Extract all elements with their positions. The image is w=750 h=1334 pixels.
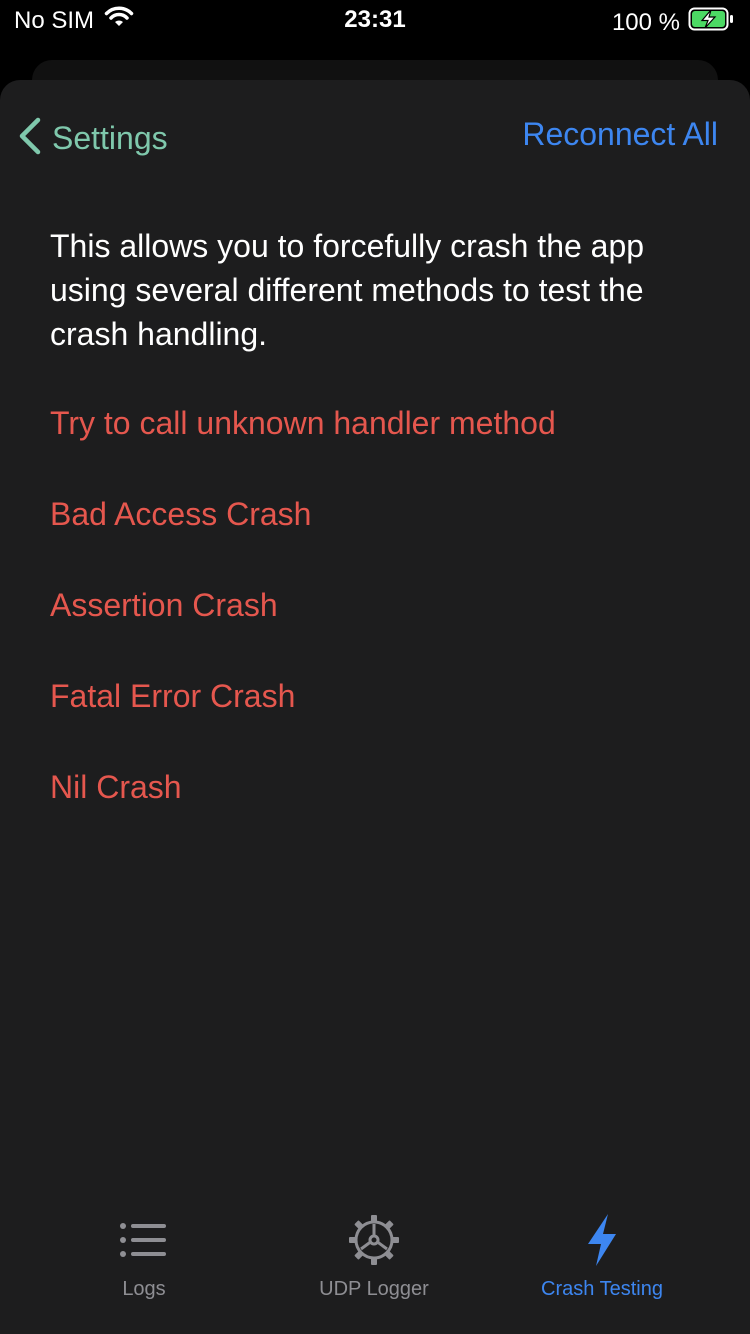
crash-option-nil[interactable]: Nil Crash [50,762,710,853]
tab-crash-testing[interactable]: Crash Testing [477,1212,727,1301]
crash-option-fatal-error[interactable]: Fatal Error Crash [50,671,710,762]
status-bar: No SIM 23:31 100 % [0,0,750,40]
tab-udp-logger[interactable]: UDP Logger [249,1212,499,1301]
tab-crash-testing-label: Crash Testing [541,1278,663,1300]
tab-bar: Logs UDP Logger Crash Testing [0,1198,750,1334]
back-label: Settings [52,120,168,156]
gear-icon [347,1212,401,1268]
back-button[interactable]: Settings [16,116,168,161]
navigation-bar: Settings Reconnect All [0,80,750,192]
crash-option-bad-access[interactable]: Bad Access Crash [50,489,710,580]
tab-logs[interactable]: Logs [19,1212,269,1301]
crash-option-assertion[interactable]: Assertion Crash [50,580,710,671]
reconnect-all-button[interactable]: Reconnect All [522,116,718,153]
battery-percent: 100 % [611,8,680,36]
description-text: This allows you to forcefully crash the … [50,228,645,352]
crash-testing-sheet: Settings Reconnect All This allows you t… [0,80,750,1334]
status-battery-group: 100 % [612,6,736,39]
list-icon [119,1212,169,1268]
tab-udp-logger-label: UDP Logger [319,1278,429,1300]
chevron-left-icon [16,116,44,161]
battery-charging-icon [688,6,736,39]
crash-options-list: Try to call unknown handler method Bad A… [50,398,710,853]
bolt-icon [582,1212,622,1268]
crash-option-unknown-handler[interactable]: Try to call unknown handler method [50,398,710,489]
tab-logs-label: Logs [122,1278,166,1300]
